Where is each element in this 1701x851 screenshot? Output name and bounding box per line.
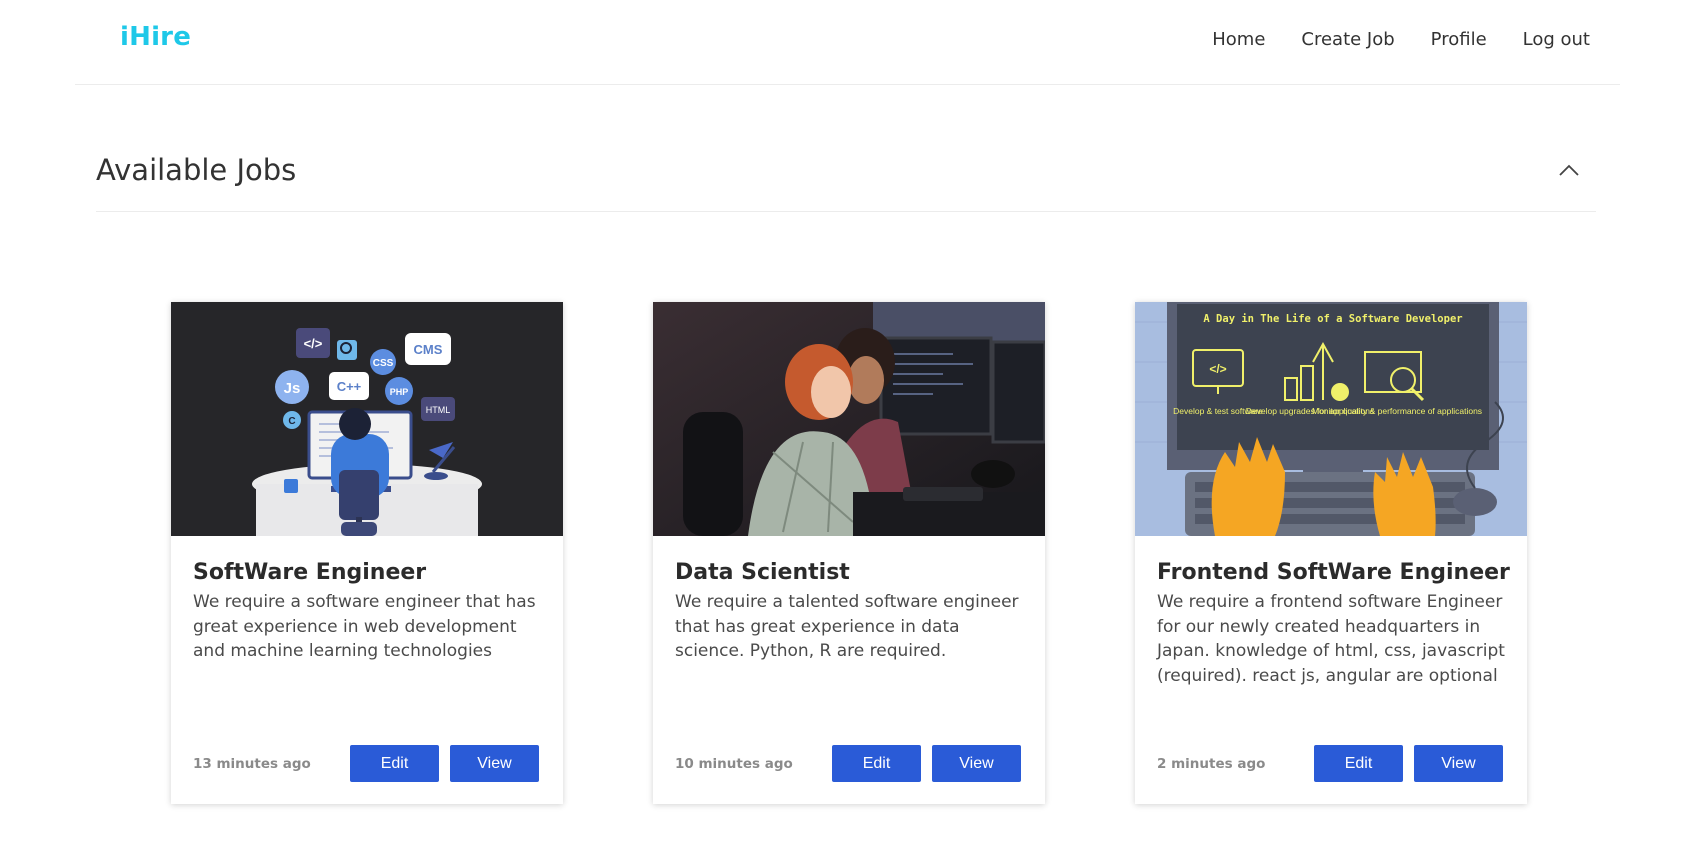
job-card: Data Scientist We require a talented sof… — [653, 302, 1045, 804]
svg-text:</>: </> — [1209, 362, 1226, 376]
navbar: iHire Home Create Job Profile Log out — [75, 0, 1620, 85]
job-posted-time: 10 minutes ago — [675, 756, 793, 772]
nav-home-link[interactable]: Home — [1212, 29, 1265, 50]
view-button[interactable]: View — [932, 745, 1021, 782]
available-jobs-header: Available Jobs — [96, 148, 1596, 212]
main-nav: Home Create Job Profile Log out — [1212, 29, 1590, 50]
bubble-cpp: C++ — [337, 379, 362, 394]
chevron-up-icon[interactable] — [1554, 156, 1584, 186]
job-title: SoftWare Engineer — [193, 560, 427, 585]
infographic-heading: A Day in The Life of a Software Develope… — [1203, 313, 1462, 325]
bubble-c: C — [288, 416, 295, 427]
nav-create-job-link[interactable]: Create Job — [1301, 29, 1394, 50]
edit-button[interactable]: Edit — [1314, 745, 1403, 782]
job-image-software-developer-infographic: A Day in The Life of a Software Develope… — [1135, 302, 1527, 536]
nav-logout-link[interactable]: Log out — [1523, 29, 1590, 50]
edit-button[interactable]: Edit — [832, 745, 921, 782]
view-button[interactable]: View — [450, 745, 539, 782]
job-posted-time: 13 minutes ago — [193, 756, 311, 772]
bubble-code: </> — [304, 336, 323, 351]
job-image-data-scientists-photo — [653, 302, 1045, 536]
job-description: We require a software engineer that has … — [193, 592, 536, 661]
nav-profile-link[interactable]: Profile — [1431, 29, 1487, 50]
infographic-item-3: Monitor quality & performance of applica… — [1312, 406, 1482, 416]
job-description: We require a talented software engineer … — [675, 592, 1019, 661]
view-button[interactable]: View — [1414, 745, 1503, 782]
bubble-css: CSS — [373, 358, 394, 369]
edit-button[interactable]: Edit — [350, 745, 439, 782]
job-title: Data Scientist — [675, 560, 850, 585]
bubble-cms: CMS — [414, 342, 443, 357]
job-title: Frontend SoftWare Engineer — [1157, 560, 1510, 585]
brand-logo[interactable]: iHire — [120, 22, 191, 52]
section-title: Available Jobs — [96, 153, 297, 187]
bubble-php: PHP — [390, 387, 409, 397]
job-image-developer-illustration: </> CSS CMS Js C++ PHP HTML C — [171, 302, 563, 536]
bubble-js: Js — [284, 380, 301, 397]
job-card: A Day in The Life of a Software Develope… — [1135, 302, 1527, 804]
job-posted-time: 2 minutes ago — [1157, 756, 1266, 772]
job-description: We require a frontend software Engineer … — [1157, 592, 1505, 686]
bubble-html: HTML — [426, 405, 451, 415]
job-card: </> CSS CMS Js C++ PHP HTML C SoftWare E… — [171, 302, 563, 804]
